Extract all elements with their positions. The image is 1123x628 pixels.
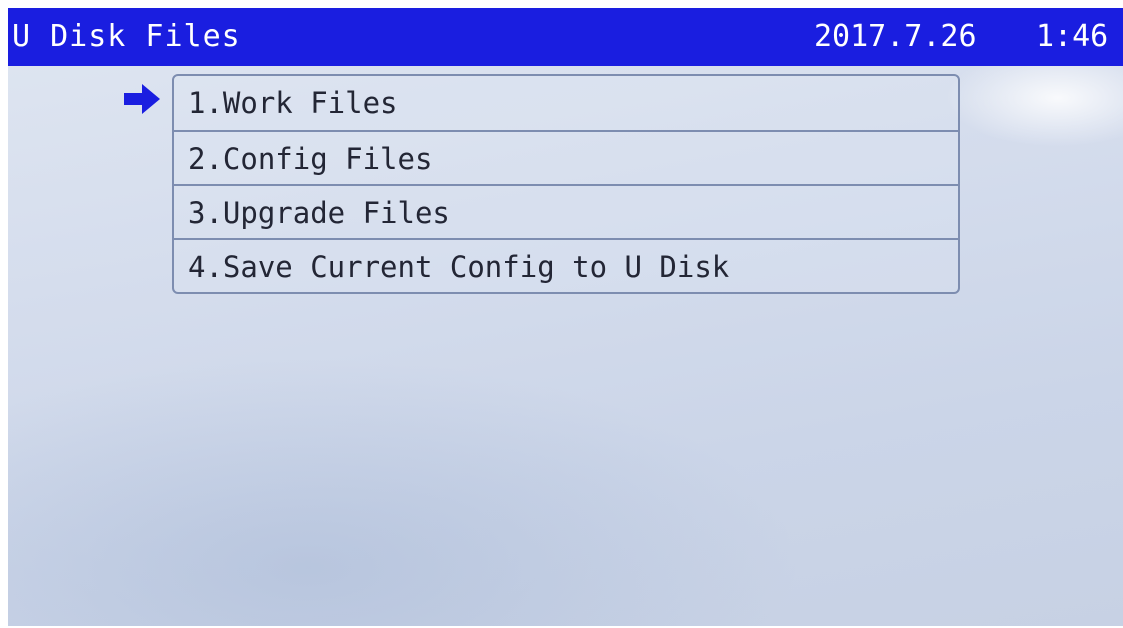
menu-item-label: 2.Config Files — [188, 142, 433, 176]
right-arrow-icon — [124, 84, 160, 114]
date-display: 2017.7.26 — [814, 19, 977, 54]
menu-item-label: 1.Work Files — [188, 86, 398, 120]
menu-item-upgrade-files[interactable]: 3.Upgrade Files — [174, 184, 958, 238]
menu-item-config-files[interactable]: 2.Config Files — [174, 130, 958, 184]
file-menu: 1.Work Files 2.Config Files 3.Upgrade Fi… — [172, 74, 960, 294]
time-display: 1:46 — [1036, 19, 1109, 54]
lcd-screen: U Disk Files 2017.7.26 1:46 1.Work Files… — [8, 8, 1123, 626]
menu-item-label: 3.Upgrade Files — [188, 196, 450, 230]
menu-item-work-files[interactable]: 1.Work Files — [174, 76, 958, 130]
menu-item-save-config[interactable]: 4.Save Current Config to U Disk — [174, 238, 958, 292]
title-bar: U Disk Files 2017.7.26 1:46 — [8, 8, 1123, 66]
menu-item-label: 4.Save Current Config to U Disk — [188, 250, 730, 284]
screen-title: U Disk Files — [12, 19, 241, 54]
